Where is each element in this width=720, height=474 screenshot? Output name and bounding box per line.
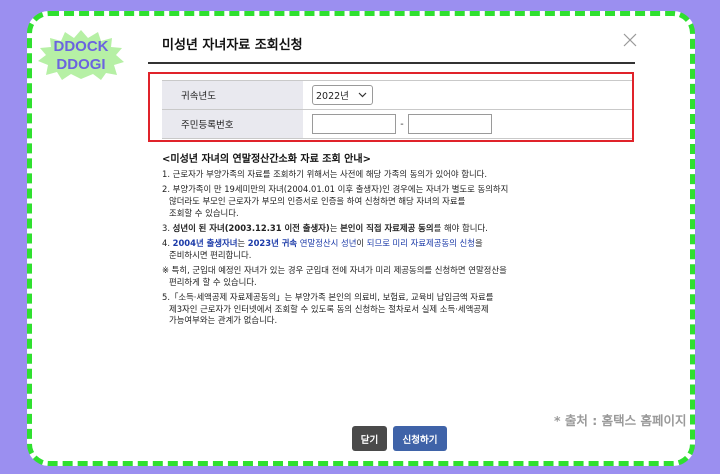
year-select[interactable]: 2022년 bbox=[312, 85, 373, 105]
notice-text: 을 bbox=[474, 238, 483, 249]
rrn-back-input[interactable] bbox=[408, 114, 492, 134]
notice-list: 1. 근로자가 부양가족의 자료를 조회하기 위해서는 사전에 해당 가족의 동… bbox=[162, 169, 582, 330]
notice-item-5: ※ 특히, 군입대 예정인 자녀가 있는 경우 군입대 전에 자녀가 미리 제공… bbox=[162, 265, 582, 288]
year-select-value: 2022년 bbox=[316, 91, 349, 102]
notice-text: 조회할 수 있습니다. bbox=[169, 207, 239, 218]
notice-item-6: 5.「소득·세액공제 자료제공동의」는 부양가족 본인의 의료비, 보험료, 교… bbox=[162, 292, 582, 327]
year-label: 귀속년도 bbox=[162, 80, 303, 110]
notice-text: 는 bbox=[237, 238, 248, 249]
year-row: 귀속년도 2022년 bbox=[162, 80, 632, 110]
request-form: 귀속년도 2022년 주민등록번호 - bbox=[162, 80, 632, 139]
title-divider bbox=[148, 62, 635, 64]
notice-item-2: 2. 부양가족이 만 19세미만의 자녀(2004.01.01 이후 출생자)인… bbox=[162, 184, 582, 219]
chevron-down-icon bbox=[358, 92, 367, 98]
notice-emphasis: 본인이 직접 자료제공 동의 bbox=[340, 222, 434, 233]
notice-emphasis: 2023년 귀속 bbox=[247, 238, 298, 249]
info-heading: <미성년 자녀의 연말정산간소화 자료 조회 안내> bbox=[162, 154, 371, 165]
notice-text: 가능여부와는 관계가 없습니다. bbox=[169, 315, 278, 326]
rrn-label: 주민등록번호 bbox=[162, 109, 303, 139]
rrn-cell: - bbox=[303, 109, 632, 139]
notice-emphasis: 성년이 된 자녀(2003.12.31 이전 출생자) bbox=[172, 222, 330, 233]
notice-item-1: 1. 근로자가 부양가족의 자료를 조회하기 위해서는 사전에 해당 가족의 동… bbox=[162, 169, 582, 181]
notice-text: 5.「소득·세액공제 자료제공동의」는 부양가족 본인의 의료비, 보험료, 교… bbox=[162, 291, 494, 302]
notice-item-4: 4. 2004년 출생자녀는 2023년 귀속 연말정산시 성년이 되므로 미리… bbox=[162, 238, 582, 261]
notice-text: 4. bbox=[162, 238, 173, 249]
apply-button[interactable]: 신청하기 bbox=[393, 426, 447, 451]
rrn-front-input[interactable] bbox=[312, 114, 396, 134]
close-button[interactable]: 닫기 bbox=[352, 426, 387, 451]
notice-text: 준비하시면 편리합니다. bbox=[169, 249, 252, 260]
notice-item-3: 3. 성년이 된 자녀(2003.12.31 이전 출생자)는 본인이 직접 자… bbox=[162, 223, 582, 235]
notice-text: 2. 부양가족이 만 19세미만의 자녀(2004.01.01 이후 출생자)인… bbox=[162, 184, 509, 195]
notice-text: ※ 특히, 군입대 예정인 자녀가 있는 경우 군입대 전에 자녀가 미리 제공… bbox=[162, 264, 507, 275]
notice-text: 이 bbox=[356, 238, 367, 249]
rrn-row: 주민등록번호 - bbox=[162, 109, 632, 139]
notice-text: 제3자인 근로자가 인터넷에서 조회할 수 있도록 동의 신청하는 절차로서 실… bbox=[169, 303, 489, 314]
svg-text:DDOCK: DDOCK bbox=[54, 38, 109, 55]
svg-text:DDOGI: DDOGI bbox=[56, 56, 105, 73]
notice-text: 되므로 미리 자료제공동의 신청 bbox=[366, 238, 475, 249]
ddock-ddogi-logo: DDOCK DDOGI bbox=[38, 30, 124, 80]
notice-text: 편리하게 할 수 있습니다. bbox=[169, 276, 257, 287]
notice-text: 는 bbox=[329, 222, 341, 233]
dialog-title: 미성년 자녀자료 조회신청 bbox=[162, 38, 303, 53]
notice-text: 를 해야 합니다. bbox=[433, 222, 488, 233]
close-icon[interactable] bbox=[623, 33, 637, 47]
source-caption: * 출처 : 홈택스 홈페이지 bbox=[554, 413, 687, 428]
notice-text: 1. 근로자가 부양가족의 자료를 조회하기 위해서는 사전에 해당 가족의 동… bbox=[162, 169, 488, 179]
year-cell: 2022년 bbox=[303, 80, 632, 110]
notice-text: 않더라도 부모인 근로자가 부모의 인증서로 인증을 하여 신청하면 해당 자녀… bbox=[169, 195, 466, 206]
notice-emphasis: 2004년 출생자녀 bbox=[172, 238, 238, 249]
notice-text: 3. bbox=[162, 222, 173, 233]
rrn-separator: - bbox=[400, 118, 404, 130]
notice-text: 연말정산시 bbox=[297, 238, 341, 249]
notice-text: 성년 bbox=[340, 238, 357, 249]
